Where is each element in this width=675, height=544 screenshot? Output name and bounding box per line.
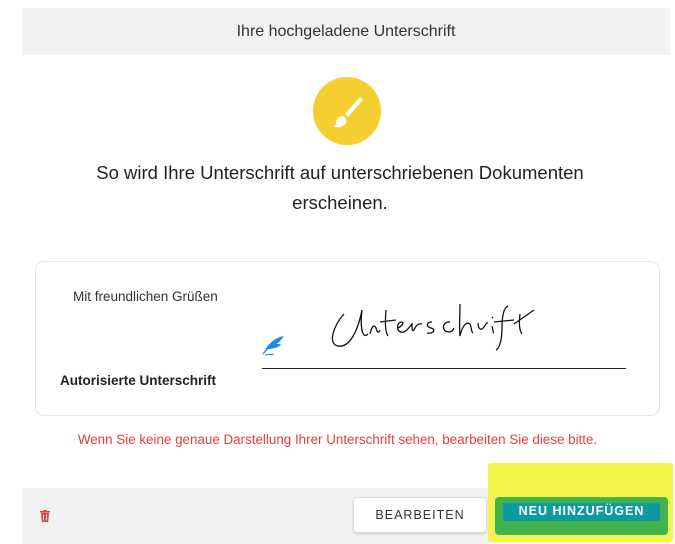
warning-message: Wenn Sie keine genaue Darstellung Ihrer … xyxy=(77,432,598,447)
edit-button[interactable]: BEARBEITEN xyxy=(353,497,487,533)
handwritten-signature xyxy=(331,303,535,351)
paintbrush-icon xyxy=(313,77,381,145)
page-title: Ihre hochgeladene Unterschrift xyxy=(22,8,670,55)
signature-preview-card: Mit freundlichen Grüßen Autorisierte Unt… xyxy=(35,261,660,416)
trash-icon[interactable] xyxy=(40,510,50,522)
quill-icon xyxy=(262,336,284,356)
add-new-button[interactable]: NEU HINZUFÜGEN xyxy=(495,497,668,535)
signature-description: So wird Ihre Unterschrift auf unterschri… xyxy=(96,162,584,213)
signature-line xyxy=(262,368,626,369)
add-new-button-label: NEU HINZUFÜGEN xyxy=(518,504,645,518)
authorized-signature-label: Autorisierte Unterschrift xyxy=(60,373,217,388)
closing-text: Mit freundlichen Grüßen xyxy=(73,289,218,304)
